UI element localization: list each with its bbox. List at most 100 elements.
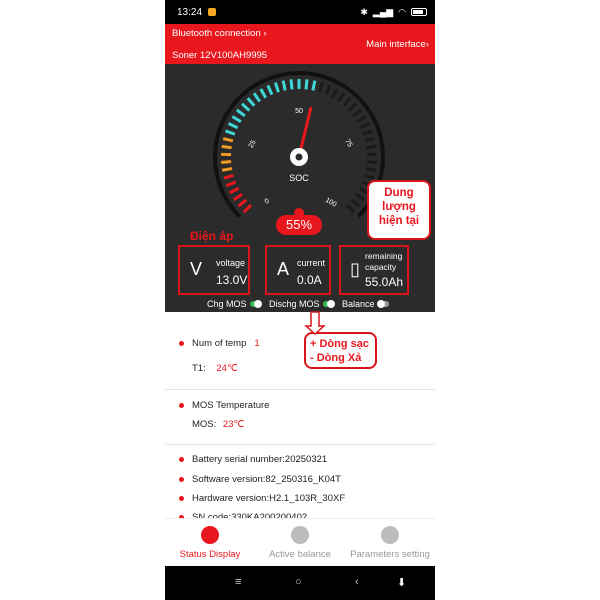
gauge-segment — [223, 173, 234, 180]
gauge-segment — [229, 186, 240, 195]
gauge-hub-center — [295, 153, 303, 161]
capacity-label-line1: remaining — [365, 251, 403, 261]
gauge-segment — [362, 129, 373, 136]
voltage-label: voltage — [216, 258, 246, 268]
voltage-icon: V — [189, 259, 202, 279]
tab-label: Status Display — [179, 549, 241, 560]
gauge-segment — [225, 129, 236, 136]
divider — [165, 389, 435, 390]
voltage-card: V voltage 13.0V — [178, 245, 250, 295]
mos-temp-value: 23℃ — [222, 419, 245, 430]
device-name: Soner 12V100AH9995 — [172, 50, 268, 61]
app-header: Bluetooth connection › Soner 12V100AH999… — [165, 24, 435, 64]
status-time: 13:24 — [177, 6, 203, 18]
gauge-segment — [359, 122, 371, 130]
gauge-segment — [364, 137, 376, 143]
bottom-tab-bar: Status Display Active balance Parameters… — [165, 518, 435, 566]
bluetooth-connection-label: Bluetooth connection — [172, 28, 261, 39]
back-nav-icon[interactable]: ‹ — [355, 576, 359, 588]
chevron-right-icon: › — [425, 39, 429, 50]
bullet-icon — [179, 457, 184, 462]
gauge-segment — [281, 80, 287, 91]
gauge-segment — [365, 167, 377, 172]
bluetooth-icon: ✱ — [360, 6, 368, 17]
gauge-segment — [221, 160, 232, 164]
software-version: Software version:82_250316_K04T — [192, 474, 341, 485]
gauge-segment — [364, 173, 375, 180]
info-list: Num of temp 1 T1: 24℃ MOS Temperature MO… — [165, 322, 435, 523]
annotation-capacity-line2: lượng — [382, 201, 416, 213]
gauge-segment — [355, 193, 366, 202]
bluetooth-connection-link[interactable]: Bluetooth connection › — [172, 28, 267, 39]
balance: Balance — [342, 299, 389, 309]
list-item: MOS Temperature — [179, 400, 269, 411]
annotation-voltage: Điện áp — [190, 229, 234, 243]
t1-value: 24℃ — [216, 363, 238, 374]
current-icon: A — [276, 259, 289, 279]
gauge-segment — [259, 88, 267, 99]
main-interface-link[interactable]: Main interface› — [366, 39, 429, 50]
gauge-segment — [350, 198, 361, 208]
gauge-segment — [240, 102, 251, 112]
wifi-icon: ◠ — [398, 6, 406, 17]
list-item: Battery serial number:20250321 — [179, 454, 327, 465]
status-icons: ✱ ▂▄▆ ◠ — [360, 7, 427, 18]
annotation-current-callout: + Dòng sạc - Dòng Xả — [304, 332, 377, 369]
annotation-charge-current: + Dòng sạc — [310, 338, 369, 350]
gauge-segment — [242, 204, 252, 214]
tab-parameters-setting[interactable]: Parameters setting — [345, 526, 435, 560]
chg-mos: Chg MOS — [207, 299, 262, 309]
gauge-segment — [352, 108, 363, 118]
gauge-segment — [311, 80, 317, 91]
gauge-segment — [227, 122, 239, 130]
balance-toggle[interactable] — [376, 300, 389, 308]
bullet-icon — [179, 477, 184, 482]
gauge-segment — [342, 97, 352, 107]
list-item: Num of temp 1 — [179, 338, 260, 349]
download-nav-icon[interactable]: ⬇ — [397, 576, 406, 589]
soc-label: SOC — [289, 173, 309, 183]
t1-row: T1: 24℃ — [192, 363, 238, 374]
current-value: 0.0A — [297, 273, 322, 287]
gauge-segment — [221, 167, 233, 172]
gauge-segment — [235, 108, 246, 118]
dischg-mos: Dischg MOS — [269, 299, 335, 309]
chg-mos-toggle[interactable] — [249, 300, 262, 308]
menu-nav-icon[interactable]: ≡ — [235, 576, 241, 588]
gauge-segment — [266, 84, 274, 96]
notification-icon — [208, 8, 217, 16]
voltage-value: 13.0V — [216, 273, 248, 287]
gauge-segment — [366, 160, 377, 164]
tab-status-display[interactable]: Status Display — [165, 526, 255, 560]
mos-temp-key: MOS: — [192, 419, 217, 430]
gauge-segment — [346, 204, 356, 214]
chg-mos-label: Chg MOS — [207, 299, 247, 309]
annotation-capacity-line3: hiện tại — [378, 215, 420, 227]
parameters-setting-icon — [381, 526, 399, 544]
gauge-segment — [318, 82, 325, 93]
mos-status-row: Chg MOS Dischg MOS Balance — [165, 298, 435, 312]
gauge-tick-label: 25 — [248, 139, 258, 149]
gauge-segment — [336, 92, 346, 103]
gauge-segment — [232, 193, 243, 202]
gauge-tick-label: 0 — [264, 198, 271, 206]
gauge-segment — [356, 115, 367, 123]
capacity-card: ▯ remaining capacity 55.0Ah — [339, 245, 409, 295]
gauge-segment — [246, 97, 256, 107]
dischg-mos-toggle[interactable] — [322, 300, 335, 308]
system-nav-bar: ≡ ○ ‹ ⬇ — [165, 566, 435, 600]
list-item: Software version:82_250316_K04T — [179, 474, 341, 485]
annotation-discharge-current: - Dòng Xả — [310, 352, 362, 364]
gauge-segment — [252, 92, 262, 103]
battery-serial: Battery serial number:20250321 — [192, 454, 328, 465]
mos-temp-label: MOS Temperature — [192, 400, 270, 411]
tab-label: Active balance — [269, 549, 331, 560]
gauge-segment — [231, 115, 242, 123]
home-nav-icon[interactable]: ○ — [295, 576, 302, 588]
soc-percent-badge: 55% — [276, 208, 322, 235]
tab-active-balance[interactable]: Active balance — [255, 526, 345, 560]
annotation-capacity-callout: Dung lượng hiện tại — [367, 180, 431, 240]
chevron-right-icon: › — [260, 28, 267, 39]
gauge-segment — [347, 102, 358, 112]
dischg-mos-label: Dischg MOS — [269, 299, 320, 309]
